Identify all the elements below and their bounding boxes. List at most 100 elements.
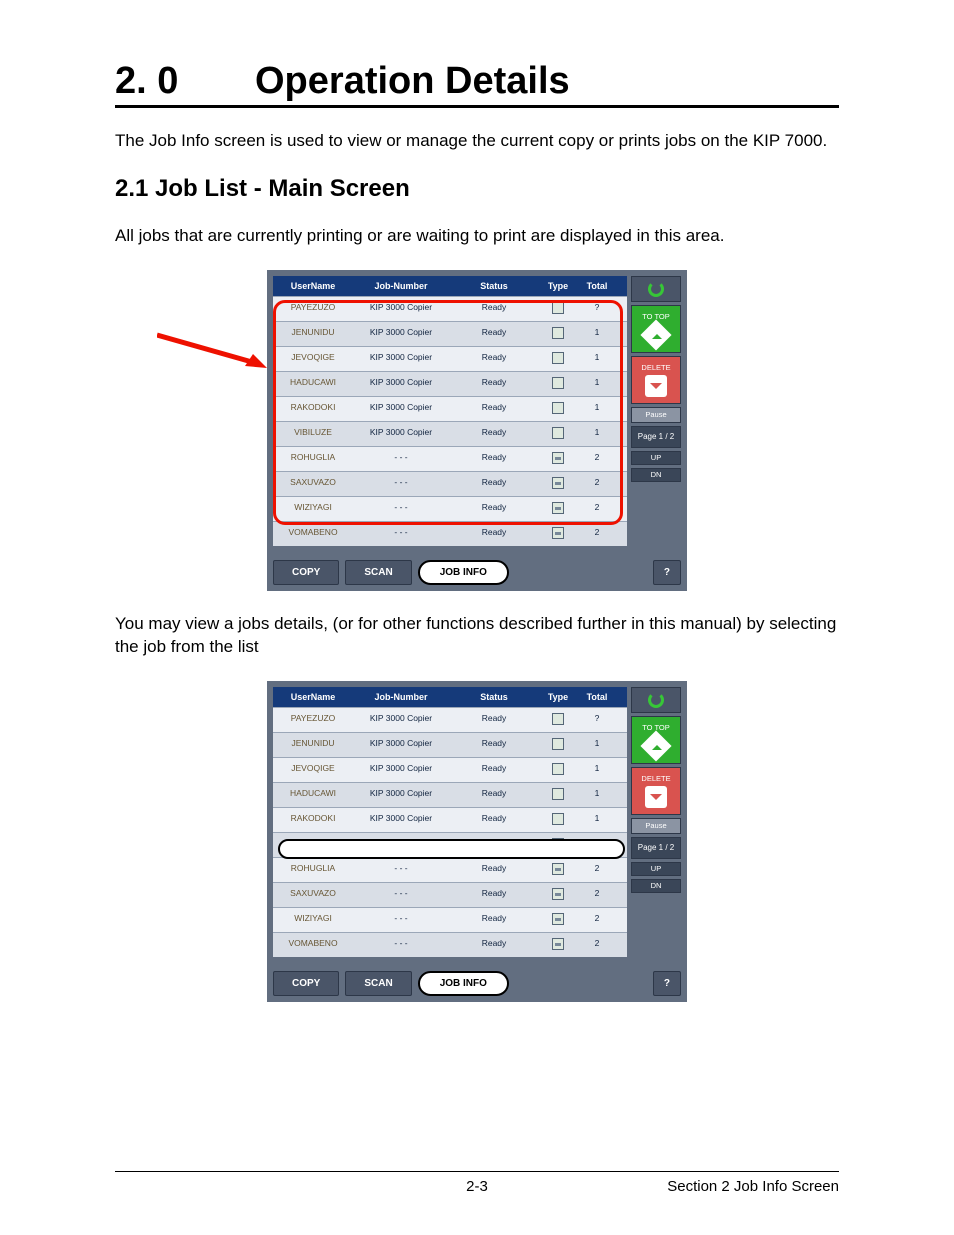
delete-button[interactable]: DELETE: [631, 767, 681, 815]
cell-type: [539, 297, 577, 321]
cell-username: PAYEZUZO: [273, 297, 353, 321]
help-button[interactable]: ?: [653, 560, 681, 585]
cell-total: 2: [577, 908, 617, 932]
table-row[interactable]: WIZIYAGI- - -Ready2: [273, 496, 627, 521]
table-row[interactable]: PAYEZUZOKIP 3000 CopierReady?: [273, 707, 627, 732]
col-jobnumber: Job-Number: [353, 687, 449, 707]
document-icon: [552, 327, 564, 339]
refresh-button[interactable]: [631, 687, 681, 713]
cell-total: 1: [577, 733, 617, 757]
table-row[interactable]: RAKODOKIKIP 3000 CopierReady1: [273, 807, 627, 832]
to-top-button[interactable]: TO TOP: [631, 716, 681, 764]
cell-type: [539, 883, 577, 907]
to-top-icon: [640, 319, 671, 350]
page-indicator-label: Page 1 / 2: [638, 432, 674, 441]
cell-status: Ready: [449, 447, 539, 471]
dn-button[interactable]: DN: [631, 468, 681, 482]
printer-icon: [552, 477, 564, 489]
up-label: UP: [651, 864, 661, 873]
cell-type: [539, 758, 577, 782]
tab-copy[interactable]: COPY: [273, 971, 339, 996]
document-icon: [552, 763, 564, 775]
delete-label: DELETE: [641, 774, 670, 783]
cell-status: Ready: [449, 808, 539, 832]
dn-button[interactable]: DN: [631, 879, 681, 893]
delete-icon: [645, 786, 667, 808]
cell-jobnumber: KIP 3000 Copier: [353, 708, 449, 732]
cell-status: Ready: [449, 883, 539, 907]
tab-scan[interactable]: SCAN: [345, 971, 411, 996]
col-status: Status: [449, 276, 539, 296]
cell-username: VOMABENO: [273, 522, 353, 546]
pause-button[interactable]: Pause: [631, 407, 681, 423]
document-icon: [552, 838, 564, 850]
up-button[interactable]: UP: [631, 451, 681, 465]
cell-jobnumber: - - -: [353, 522, 449, 546]
to-top-button[interactable]: TO TOP: [631, 305, 681, 353]
red-arrow-annotation: [157, 330, 267, 370]
cell-jobnumber: KIP 3000 Copier: [353, 422, 449, 446]
to-top-icon: [640, 730, 671, 761]
table-row[interactable]: HADUCAWIKIP 3000 CopierReady1: [273, 782, 627, 807]
pause-button[interactable]: Pause: [631, 818, 681, 834]
cell-username: JENUNIDU: [273, 322, 353, 346]
help-button[interactable]: ?: [653, 971, 681, 996]
cell-type: [539, 497, 577, 521]
printer-icon: [552, 938, 564, 950]
cell-type: [539, 858, 577, 882]
table-row[interactable]: SAXUVAZO- - -Ready2: [273, 471, 627, 496]
cell-total: 2: [577, 522, 617, 546]
cell-jobnumber: - - -: [353, 497, 449, 521]
delete-button[interactable]: DELETE: [631, 356, 681, 404]
cell-total: 1: [577, 783, 617, 807]
table-row[interactable]: HADUCAWIKIP 3000 CopierReady1: [273, 371, 627, 396]
cell-total: 1: [577, 372, 617, 396]
tab-jobinfo-label: JOB INFO: [440, 978, 487, 989]
table-row[interactable]: SAXUVAZO- - -Ready2: [273, 882, 627, 907]
cell-total: 1: [577, 397, 617, 421]
tab-jobinfo[interactable]: JOB INFO: [418, 560, 509, 585]
document-icon: [552, 713, 564, 725]
table-row[interactable]: JENUNIDUKIP 3000 CopierReady1: [273, 321, 627, 346]
refresh-button[interactable]: [631, 276, 681, 302]
cell-jobnumber: - - -: [353, 447, 449, 471]
col-total: Total: [577, 687, 617, 707]
cell-username: HADUCAWI: [273, 372, 353, 396]
cell-total: 2: [577, 497, 617, 521]
col-type: Type: [539, 276, 577, 296]
table-row[interactable]: JEVOQIGEKIP 3000 CopierReady1: [273, 346, 627, 371]
table-row[interactable]: VIBILUZEKIP 3000 CopierReady1: [273, 832, 627, 857]
table-row[interactable]: ROHUGLIA- - -Ready2: [273, 857, 627, 882]
tab-jobinfo[interactable]: JOB INFO: [418, 971, 509, 996]
cell-username: PAYEZUZO: [273, 708, 353, 732]
cell-type: [539, 908, 577, 932]
page-indicator-label: Page 1 / 2: [638, 843, 674, 852]
page-indicator: Page 1 / 2: [631, 837, 681, 859]
document-icon: [552, 813, 564, 825]
cell-total: 1: [577, 422, 617, 446]
up-button[interactable]: UP: [631, 862, 681, 876]
table-row[interactable]: VOMABENO- - -Ready2: [273, 521, 627, 546]
table-row[interactable]: VIBILUZEKIP 3000 CopierReady1: [273, 421, 627, 446]
printer-icon: [552, 913, 564, 925]
cell-status: Ready: [449, 497, 539, 521]
cell-type: [539, 522, 577, 546]
document-icon: [552, 788, 564, 800]
table-row[interactable]: WIZIYAGI- - -Ready2: [273, 907, 627, 932]
screenshot-2: UserName Job-Number Status Type Total PA…: [267, 681, 687, 1002]
table-row[interactable]: ROHUGLIA- - -Ready2: [273, 446, 627, 471]
table-row[interactable]: VOMABENO- - -Ready2: [273, 932, 627, 957]
cell-status: Ready: [449, 322, 539, 346]
tab-copy[interactable]: COPY: [273, 560, 339, 585]
table-row[interactable]: JEVOQIGEKIP 3000 CopierReady1: [273, 757, 627, 782]
printer-icon: [552, 527, 564, 539]
cell-type: [539, 472, 577, 496]
cell-jobnumber: - - -: [353, 472, 449, 496]
job-grid: UserName Job-Number Status Type Total PA…: [273, 276, 627, 546]
tab-scan[interactable]: SCAN: [345, 560, 411, 585]
table-row[interactable]: PAYEZUZOKIP 3000 CopierReady?: [273, 296, 627, 321]
printer-icon: [552, 863, 564, 875]
tab-scan-label: SCAN: [364, 978, 392, 989]
table-row[interactable]: JENUNIDUKIP 3000 CopierReady1: [273, 732, 627, 757]
table-row[interactable]: RAKODOKIKIP 3000 CopierReady1: [273, 396, 627, 421]
